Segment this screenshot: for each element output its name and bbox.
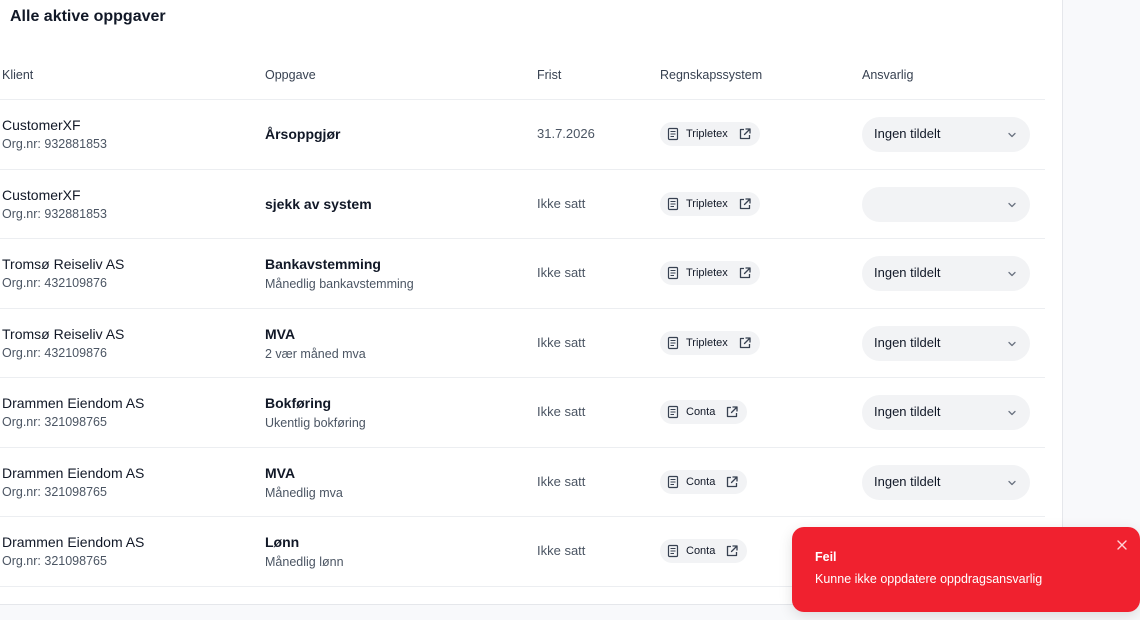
task-title[interactable]: sjekk av system: [265, 196, 372, 212]
task-title[interactable]: Bankavstemming: [265, 256, 381, 272]
client-name[interactable]: CustomerXF: [2, 187, 81, 203]
table-row[interactable]: Tromsø Reiseliv AS Org.nr: 432109876 MVA…: [0, 309, 1045, 378]
deadline: Ikke satt: [537, 543, 586, 558]
responsible-select[interactable]: [862, 186, 1030, 222]
header-client: Klient: [2, 68, 34, 82]
accounting-system-name: Tripletex: [686, 336, 728, 349]
document-icon: [667, 336, 679, 349]
task-description: Månedlig lønn: [265, 555, 344, 569]
header-system: Regnskapssystem: [660, 68, 763, 82]
client-org-number: Org.nr: 321098765: [2, 554, 107, 568]
client-name[interactable]: Tromsø Reiseliv AS: [2, 256, 124, 272]
task-title[interactable]: Årsoppgjør: [265, 126, 340, 142]
external-link-icon[interactable]: [725, 405, 739, 419]
external-link-icon[interactable]: [738, 197, 752, 211]
accounting-system-link[interactable]: Tripletex: [660, 191, 760, 216]
responsible-value: Ingen tildelt: [874, 473, 941, 489]
client-org-number: Org.nr: 432109876: [2, 345, 107, 360]
external-link-icon[interactable]: [738, 266, 752, 280]
deadline: Ikke satt: [537, 334, 586, 350]
page-title: Alle aktive oppgaver: [10, 8, 166, 25]
client-name[interactable]: Drammen Eiendom AS: [2, 395, 144, 411]
chevron-down-icon: [1008, 410, 1016, 416]
header-deadline: Frist: [537, 68, 562, 82]
chevron-down-icon: [1008, 341, 1016, 346]
external-link-icon[interactable]: [725, 544, 739, 558]
table-body: CustomerXF Org.nr: 932881853 Årsoppgjør …: [0, 100, 1045, 587]
deadline: Ikke satt: [537, 265, 586, 280]
external-link-icon[interactable]: [725, 475, 739, 489]
task-description: 2 vær måned mva: [265, 346, 366, 361]
toast-title: Feil: [815, 550, 837, 564]
accounting-system-name: Tripletex: [686, 128, 728, 140]
accounting-system-name: Conta: [686, 545, 716, 557]
accounting-system-link[interactable]: Tripletex: [660, 330, 760, 355]
task-description: Månedlig bankavstemming: [265, 277, 414, 291]
task-description: Ukentlig bokføring: [265, 416, 366, 430]
table-header: Klient Oppgave Frist Regnskapssystem Ans…: [0, 56, 1045, 100]
task-title[interactable]: MVA: [265, 326, 295, 342]
document-icon: [667, 544, 679, 558]
client-org-number: Org.nr: 932881853: [2, 206, 107, 221]
accounting-system-name: Tripletex: [686, 197, 728, 210]
responsible-select[interactable]: Ingen tildelt: [862, 325, 1030, 361]
accounting-system-name: Tripletex: [686, 267, 728, 279]
chevron-down-icon: [1008, 480, 1016, 485]
chevron-down-icon: [1008, 202, 1016, 207]
deadline: Ikke satt: [537, 195, 586, 211]
deadline: Ikke satt: [537, 404, 586, 419]
document-icon: [667, 266, 679, 280]
accounting-system-name: Conta: [686, 475, 716, 488]
table-row[interactable]: Drammen Eiendom AS Org.nr: 321098765 MVA…: [0, 448, 1045, 517]
deadline: 31.7.2026: [537, 126, 595, 141]
task-title[interactable]: MVA: [265, 465, 295, 481]
accounting-system-link[interactable]: Conta: [660, 469, 748, 494]
responsible-select[interactable]: Ingen tildelt: [862, 117, 1030, 152]
table-row[interactable]: CustomerXF Org.nr: 932881853 sjekk av sy…: [0, 170, 1045, 239]
chevron-down-icon: [1008, 271, 1016, 277]
header-responsible: Ansvarlig: [862, 68, 914, 82]
client-name[interactable]: Tromsø Reiseliv AS: [2, 326, 124, 342]
task-description: Månedlig mva: [265, 485, 343, 500]
client-name[interactable]: Drammen Eiendom AS: [2, 465, 144, 481]
responsible-select[interactable]: Ingen tildelt: [862, 256, 1030, 291]
client-org-number: Org.nr: 321098765: [2, 484, 107, 499]
tasks-card: Alle aktive oppgaver Klient Oppgave Fris…: [0, 0, 1063, 605]
chevron-down-icon: [1008, 132, 1016, 138]
table-row[interactable]: CustomerXF Org.nr: 932881853 Årsoppgjør …: [0, 100, 1045, 170]
toast-message: Kunne ikke oppdatere oppdragsansvarlig: [815, 572, 1043, 586]
responsible-value: Ingen tildelt: [874, 334, 941, 350]
responsible-value: Ingen tildelt: [874, 404, 941, 419]
responsible-select[interactable]: Ingen tildelt: [862, 464, 1030, 500]
responsible-value: Ingen tildelt: [874, 265, 941, 280]
client-org-number: Org.nr: 932881853: [2, 137, 107, 151]
external-link-icon[interactable]: [738, 336, 752, 350]
client-name[interactable]: Drammen Eiendom AS: [2, 534, 144, 550]
task-title[interactable]: Lønn: [265, 534, 299, 550]
accounting-system-link[interactable]: Conta: [660, 539, 748, 563]
accounting-system-link[interactable]: Conta: [660, 400, 748, 424]
accounting-system-name: Conta: [686, 406, 716, 418]
client-org-number: Org.nr: 432109876: [2, 276, 107, 290]
task-title[interactable]: Bokføring: [265, 395, 331, 411]
responsible-select[interactable]: Ingen tildelt: [862, 395, 1030, 430]
client-name[interactable]: CustomerXF: [2, 117, 81, 133]
table-row[interactable]: Tromsø Reiseliv AS Org.nr: 432109876 Ban…: [0, 239, 1045, 309]
document-icon: [667, 197, 679, 210]
deadline: Ikke satt: [537, 473, 586, 489]
accounting-system-link[interactable]: Tripletex: [660, 122, 760, 146]
responsible-value: Ingen tildelt: [874, 126, 941, 141]
header-task: Oppgave: [265, 68, 316, 82]
table-row[interactable]: Drammen Eiendom AS Org.nr: 321098765 Bok…: [0, 378, 1045, 448]
document-icon: [667, 405, 679, 419]
client-org-number: Org.nr: 321098765: [2, 415, 107, 429]
document-icon: [667, 127, 679, 141]
document-icon: [667, 475, 679, 488]
external-link-icon[interactable]: [738, 127, 752, 141]
accounting-system-link[interactable]: Tripletex: [660, 261, 760, 285]
error-toast: Feil Kunne ikke oppdatere oppdragsansvar…: [792, 527, 1140, 612]
close-icon[interactable]: [1116, 539, 1128, 551]
